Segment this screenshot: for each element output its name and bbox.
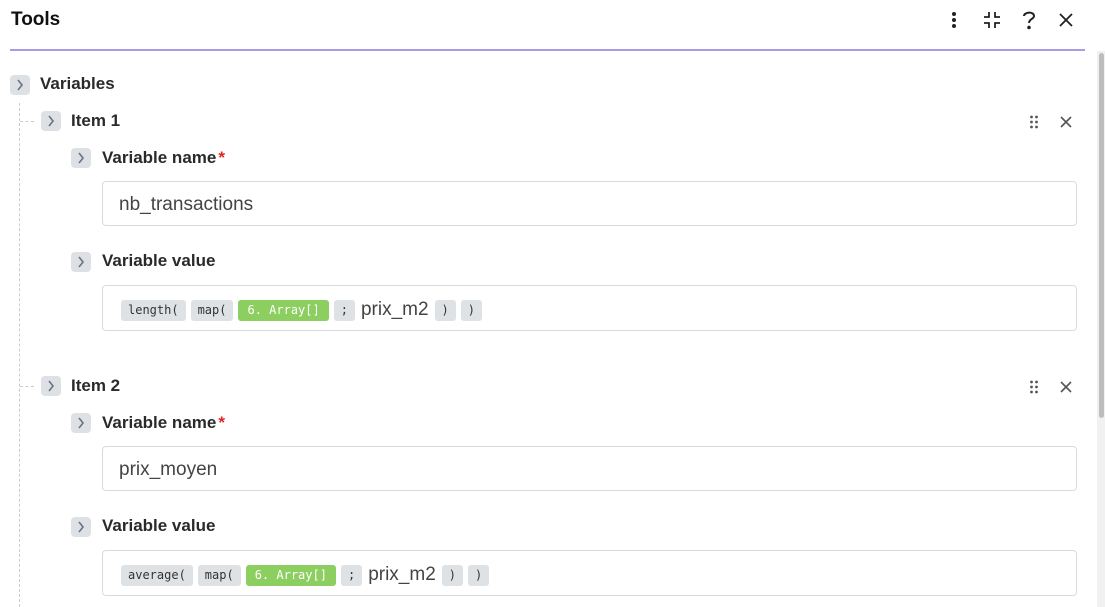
- chevron-right-icon: [48, 115, 55, 127]
- remove-item-icon: [1060, 116, 1072, 128]
- scrollbar-thumb[interactable]: [1099, 53, 1104, 418]
- close-paren-token[interactable]: ): [468, 564, 490, 586]
- separator-token[interactable]: ;: [340, 564, 363, 586]
- separator-token[interactable]: ;: [333, 299, 355, 321]
- item-title: Item 1: [71, 111, 121, 130]
- expression-editor: average( map( 6. Array[] ; prix_m2 ) ): [121, 564, 490, 586]
- header-divider: [10, 49, 1085, 51]
- tree-branch-line: [20, 121, 34, 122]
- chevron-right-icon: [78, 417, 85, 429]
- close-paren-token[interactable]: ): [434, 299, 456, 321]
- variable-name-value: prix_moyen: [119, 459, 218, 480]
- drag-handle-icon: [1030, 115, 1038, 129]
- tree-branch-line: [20, 386, 34, 387]
- variable-name-label: Variable name *: [102, 148, 225, 168]
- chevron-right-icon: [17, 79, 24, 91]
- chevron-right-icon: [78, 521, 85, 533]
- variables-label: Variables: [40, 74, 115, 93]
- function-token[interactable]: average(: [121, 564, 193, 586]
- remove-item-button[interactable]: [1056, 112, 1076, 132]
- chevron-right-icon: [48, 380, 55, 392]
- close-icon: [1059, 13, 1073, 27]
- variable-value-field[interactable]: average( map( 6. Array[] ; prix_m2 ) ): [102, 550, 1077, 596]
- field-text: prix_m2: [368, 564, 436, 585]
- item-toggle[interactable]: [41, 376, 61, 396]
- panel-title: Tools: [11, 9, 61, 30]
- drag-handle-button[interactable]: [1024, 112, 1044, 132]
- drag-handle-icon: [1030, 380, 1038, 394]
- variables-toggle[interactable]: [10, 75, 30, 95]
- close-paren-token[interactable]: ): [441, 564, 463, 586]
- variable-name-value: nb_transactions: [119, 194, 254, 215]
- variable-name-toggle[interactable]: [71, 413, 91, 433]
- variable-value-label: Variable value: [102, 516, 216, 535]
- more-vertical-icon: [952, 12, 956, 28]
- collapse-button[interactable]: [980, 8, 1004, 32]
- chevron-right-icon: [78, 256, 85, 268]
- variable-name-field[interactable]: prix_moyen: [102, 446, 1077, 491]
- panel-header: Tools: [0, 0, 1105, 51]
- remove-item-button[interactable]: [1056, 377, 1076, 397]
- variable-value-label: Variable value: [102, 251, 216, 270]
- variable-name-toggle[interactable]: [71, 148, 91, 168]
- function-token[interactable]: map(: [197, 564, 241, 586]
- source-token[interactable]: 6. Array[]: [245, 564, 336, 586]
- remove-item-icon: [1060, 381, 1072, 393]
- help-button[interactable]: [1017, 8, 1041, 32]
- close-paren-token[interactable]: ): [460, 299, 483, 321]
- expression-editor: length( map( 6. Array[] ; prix_m2 ) ): [121, 299, 483, 321]
- variable-value-toggle[interactable]: [71, 517, 91, 537]
- required-mark: *: [218, 413, 225, 432]
- variable-name-label: Variable name *: [102, 413, 225, 433]
- close-button[interactable]: [1054, 8, 1078, 32]
- chevron-right-icon: [78, 152, 85, 164]
- function-token[interactable]: map(: [190, 299, 234, 321]
- required-mark: *: [218, 148, 225, 167]
- help-icon: [1023, 11, 1036, 30]
- collapse-icon: [984, 12, 1000, 28]
- variable-value-toggle[interactable]: [71, 252, 91, 272]
- function-token[interactable]: length(: [121, 299, 186, 321]
- variable-name-field[interactable]: nb_transactions: [102, 181, 1077, 226]
- item-title: Item 2: [71, 376, 121, 395]
- tree-guide-line: [19, 103, 20, 607]
- source-token[interactable]: 6. Array[]: [238, 299, 329, 321]
- variable-value-field[interactable]: length( map( 6. Array[] ; prix_m2 ) ): [102, 285, 1077, 331]
- more-options-button[interactable]: [942, 8, 966, 32]
- variable-name-label-text: Variable name: [102, 413, 217, 432]
- item-toggle[interactable]: [41, 111, 61, 131]
- drag-handle-button[interactable]: [1024, 377, 1044, 397]
- variable-name-label-text: Variable name: [102, 148, 217, 167]
- field-text: prix_m2: [360, 299, 429, 320]
